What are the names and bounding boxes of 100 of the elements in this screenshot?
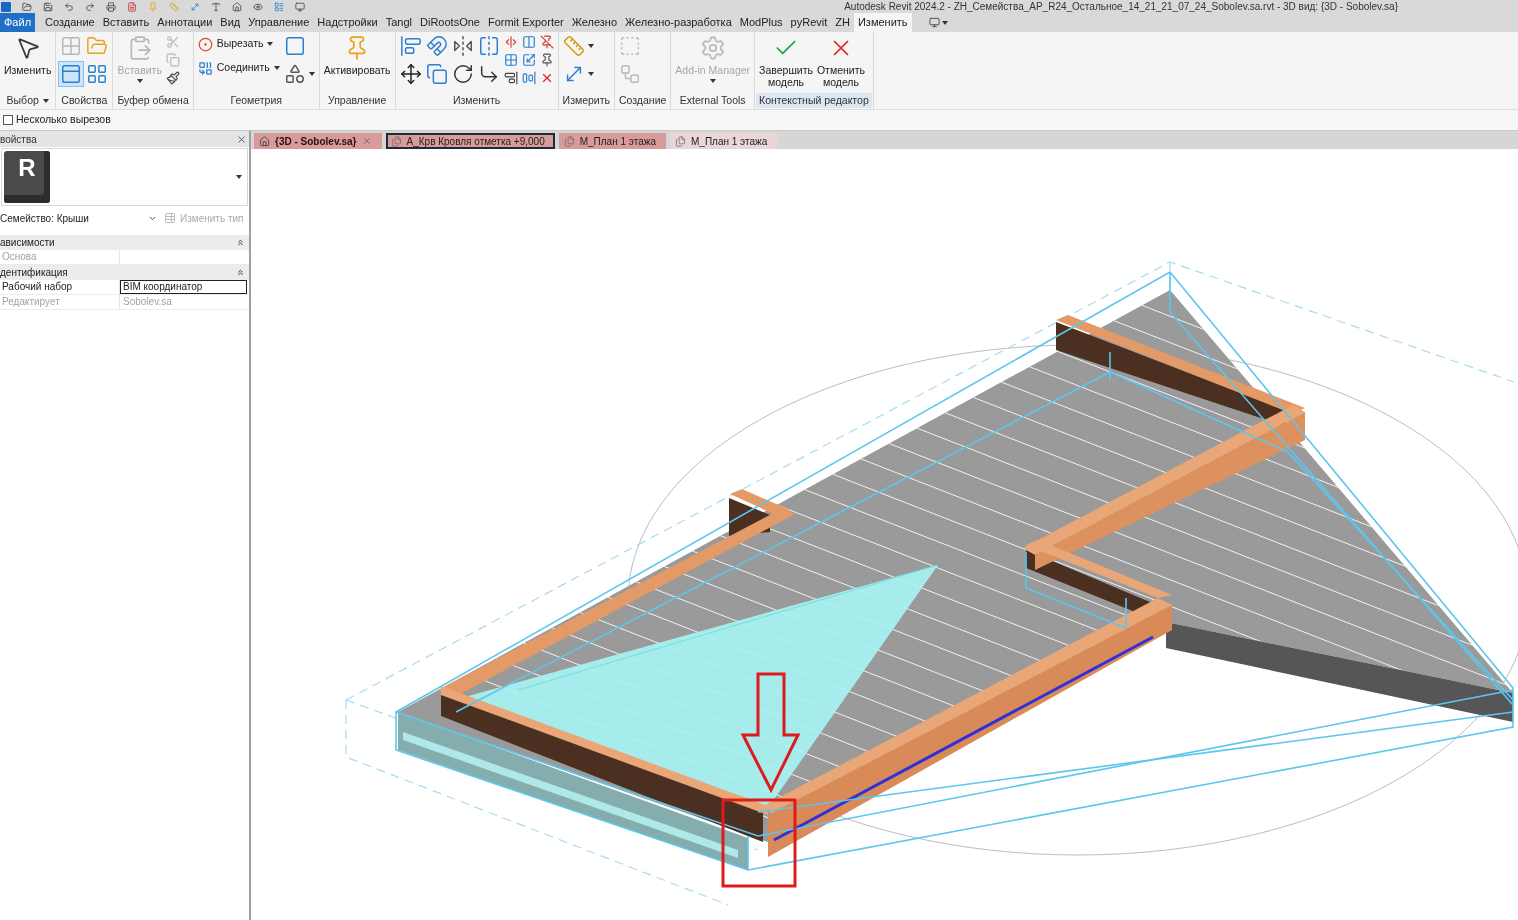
save-icon[interactable] xyxy=(43,1,53,12)
caret-icon xyxy=(236,175,242,179)
icon-button[interactable] xyxy=(164,70,181,86)
redo-icon[interactable] xyxy=(85,1,95,12)
group-header[interactable]: дентификация xyxy=(0,265,249,280)
undo-icon[interactable] xyxy=(64,1,74,12)
sheet-icon xyxy=(675,135,686,147)
checkbox-label[interactable]: Несколько вырезов xyxy=(16,112,111,128)
panel-icon xyxy=(60,63,83,85)
menu-tab[interactable]: ZH xyxy=(831,13,854,32)
menu-tab[interactable]: Надстройки xyxy=(313,13,382,32)
type-selector[interactable]: R xyxy=(1,148,248,206)
icon-button[interactable] xyxy=(502,70,519,86)
house-icon xyxy=(259,135,270,147)
close-icon[interactable] xyxy=(236,133,247,145)
document-icon[interactable] xyxy=(127,1,137,12)
menu-tab[interactable]: pyRevit xyxy=(786,13,832,32)
rotate-icon xyxy=(451,63,474,85)
collapse-icon[interactable] xyxy=(236,238,245,247)
folder-icon[interactable] xyxy=(22,1,32,12)
caret-icon xyxy=(709,79,716,83)
list-icon[interactable] xyxy=(274,1,284,12)
copy-icon xyxy=(165,53,180,67)
close-icon[interactable] xyxy=(361,136,372,146)
text-icon[interactable] xyxy=(211,1,221,12)
panel-menu-button[interactable]: Выбор xyxy=(6,92,49,109)
view-tab[interactable]: М_План 1 этажа xyxy=(670,133,778,149)
table-icon xyxy=(164,212,176,224)
group-header[interactable]: ависимости xyxy=(0,235,249,250)
align-icon xyxy=(521,71,536,85)
panel-title: Геометрия xyxy=(229,92,283,108)
ruler-icon xyxy=(562,35,585,57)
property-label: Рабочий набор xyxy=(0,280,120,294)
menu-tab[interactable]: Вид xyxy=(216,13,245,32)
caret-icon xyxy=(273,66,280,70)
menu-tab[interactable]: Formit Exporter xyxy=(483,13,568,32)
ribbon-button[interactable]: Завершить модель xyxy=(758,34,814,88)
grid-icon xyxy=(503,53,518,67)
magnet-icon xyxy=(425,35,448,57)
property-label: Редактирует xyxy=(0,295,120,309)
panel-title: войства xyxy=(0,132,37,147)
checkbox[interactable] xyxy=(3,115,13,125)
square-icon xyxy=(283,35,306,57)
caret-icon xyxy=(308,72,315,76)
unpin-icon xyxy=(539,35,554,49)
monitor-icon[interactable] xyxy=(295,1,305,12)
logo-tile: R xyxy=(4,151,50,203)
panel-title: Изменить xyxy=(451,92,502,108)
printer-icon[interactable] xyxy=(106,1,116,12)
mirror-icon xyxy=(477,35,500,57)
window-title: Autodesk Revit 2024.2 - ZH_Семейства_АР_R24_Остальное_14_21_21_07_24_Sobolev.sa.rvt - 3D вид: {3D - Sobolev.sa} xyxy=(844,0,1398,13)
menu-tab[interactable]: Изменить xyxy=(853,13,912,32)
ribbon-button[interactable]: Изменить xyxy=(3,34,53,76)
collapse-icon[interactable] xyxy=(236,268,245,277)
caret-icon xyxy=(941,20,948,25)
align-icon xyxy=(399,35,422,57)
family-select[interactable]: Семейство: Крыши xyxy=(0,209,160,227)
scale-icon xyxy=(521,53,536,67)
diagonal-arrow-icon[interactable] xyxy=(190,1,200,12)
menu-tab[interactable]: Железно xyxy=(567,13,622,32)
panel-title: External Tools xyxy=(678,92,747,108)
circle-icon xyxy=(197,36,213,52)
scissors-icon xyxy=(165,35,180,49)
ribbon-button[interactable]: Вырезать xyxy=(196,34,275,54)
sheet-icon xyxy=(390,135,402,147)
ribbon-button[interactable]: Отменить модель xyxy=(815,34,866,88)
panel-title: Управление xyxy=(326,92,388,108)
menu-tab[interactable]: Управление xyxy=(244,13,314,32)
menu-tab[interactable]: DiRootsOne xyxy=(416,13,484,32)
value-field[interactable]: BIM координатор xyxy=(120,280,247,294)
mirror-icon xyxy=(451,35,474,57)
menu-tab[interactable]: Файл xyxy=(0,13,36,32)
ribbon-button[interactable]: Активировать xyxy=(322,34,392,76)
house-icon[interactable] xyxy=(232,1,242,12)
view-tab[interactable]: А_Крв Кровля отметка +9,000 xyxy=(385,133,555,149)
grid-icon xyxy=(60,35,83,57)
panel-title: Создание xyxy=(618,92,668,108)
caret-icon xyxy=(587,44,594,48)
panel-title: Контекстный редактор xyxy=(756,92,872,109)
menu-tab[interactable]: Вставить xyxy=(98,13,154,32)
app-logo-icon xyxy=(1,1,11,12)
menu-tab[interactable]: Железно-разработка xyxy=(621,13,736,32)
dashed-square-icon xyxy=(619,35,641,57)
copy-icon xyxy=(425,63,448,85)
eye-icon[interactable] xyxy=(253,1,263,12)
menu-tab[interactable]: Аннотации xyxy=(153,13,217,32)
view-tab[interactable]: {3D - Sobolev.sa} xyxy=(254,133,382,149)
columns-icon xyxy=(521,35,536,49)
caret-icon xyxy=(267,42,274,46)
flow-icon xyxy=(619,63,641,85)
ribbon-button[interactable]: Соединить xyxy=(196,58,281,78)
menu-tab[interactable]: Создание xyxy=(41,13,99,32)
brush-icon xyxy=(165,71,180,85)
view-tab[interactable]: М_План 1 этажа xyxy=(558,133,666,149)
menu-tab[interactable]: ModPlus xyxy=(735,13,787,32)
menu-tab[interactable]: Tangl xyxy=(381,13,416,32)
move-icon xyxy=(399,63,422,85)
icon-button[interactable] xyxy=(398,62,423,86)
combine-icon xyxy=(197,60,213,76)
caret-icon xyxy=(42,98,49,103)
